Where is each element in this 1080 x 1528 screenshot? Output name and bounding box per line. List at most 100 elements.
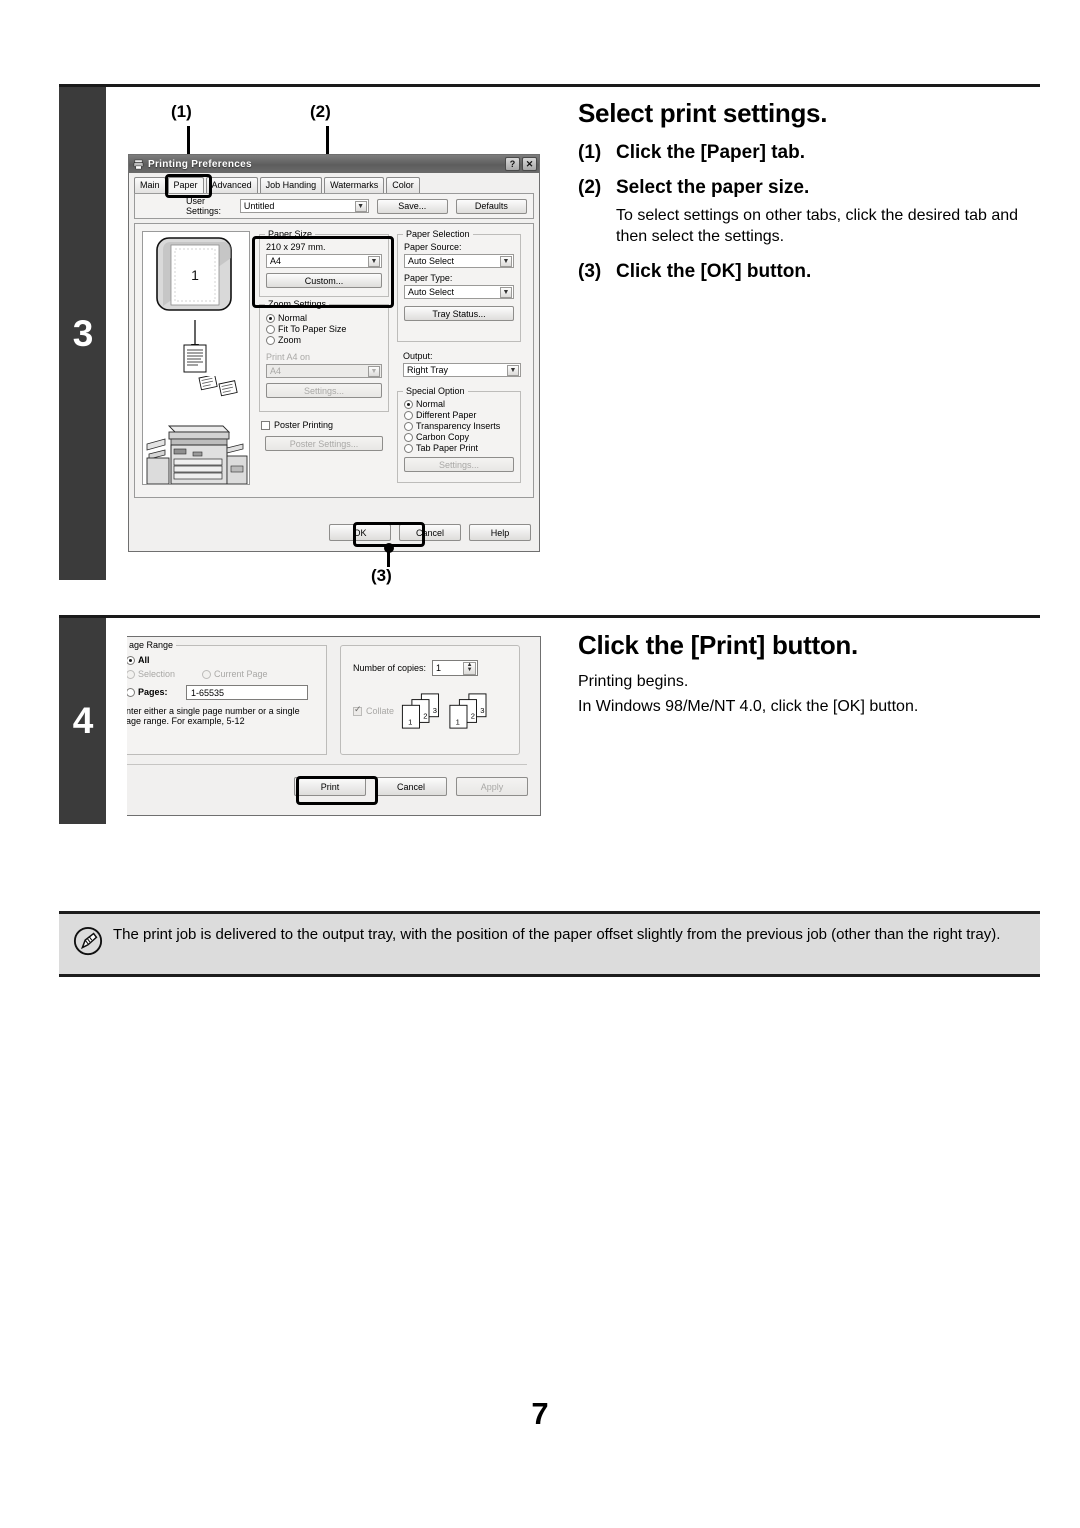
radio-icon (404, 410, 413, 420)
pages-input[interactable]: 1-65535 (186, 685, 308, 700)
zoom-option-zoom[interactable]: Zoom (266, 335, 388, 345)
radio-icon (266, 335, 275, 345)
radio-icon (266, 324, 275, 334)
zoom-option-normal[interactable]: Normal (266, 313, 388, 323)
callout-2-label: (2) (310, 102, 331, 121)
callout-1-label: (1) (171, 102, 192, 121)
print-dialog[interactable]: age Range All Selection Current Page Pag… (127, 636, 541, 816)
apply-button: Apply (456, 777, 528, 796)
chevron-down-icon[interactable]: ▼ (500, 287, 512, 298)
step4-body-line1: Printing begins. (578, 673, 689, 690)
special-option-tab-paper-label: Tab Paper Print (416, 443, 479, 453)
paper-source-combo[interactable]: Auto Select ▼ (404, 254, 514, 268)
step3-heading: Select print settings. (578, 98, 828, 128)
paper-size-combo[interactable]: A4 ▼ (266, 254, 382, 268)
defaults-button[interactable]: Defaults (455, 198, 528, 214)
radio-icon (404, 399, 413, 409)
output-value: Right Tray (407, 365, 449, 375)
zoom-option-zoom-label: Zoom (278, 335, 302, 345)
step3-item-3-number: (3) (578, 260, 602, 282)
page-range-selection-label: Selection (138, 669, 176, 679)
print-preview-pane: 1 (142, 231, 250, 485)
step3-number: 3 (72, 312, 94, 354)
paper-type-value: Auto Select (408, 287, 455, 297)
special-option-carbon-copy[interactable]: Carbon Copy (404, 432, 520, 442)
preview-output-pages-icon (198, 374, 238, 397)
preview-document-icon (183, 320, 207, 373)
print-dialog-separator (127, 764, 527, 765)
paper-size-group: Paper Size 210 x 297 mm. A4 ▼ Custom... (259, 229, 389, 297)
poster-printing-checkbox[interactable]: Poster Printing (261, 420, 389, 430)
special-option-transparency-label: Transparency Inserts (416, 421, 501, 431)
help-button[interactable]: Help (469, 524, 531, 541)
callout-3-dot (383, 543, 394, 553)
checkbox-icon (261, 420, 270, 430)
output-combo[interactable]: Right Tray ▼ (403, 363, 521, 377)
page-range-pages[interactable]: Pages: (127, 687, 186, 697)
paper-tab-panel: 1 Paper Size 210 x 297 mm. A4 ▼ Custom..… (134, 223, 534, 498)
collate-stack-icon: 3 2 1 3 2 1 (401, 693, 487, 729)
page-range-legend: age Range (127, 640, 177, 650)
tab-job-handing[interactable]: Job Handing (259, 177, 323, 193)
radio-icon (266, 313, 275, 323)
dialog-titlebar[interactable]: Printing Preferences ? ✕ (129, 155, 539, 173)
note-text: The print job is delivered to the output… (113, 926, 1001, 943)
zoom-settings-button: Settings... (266, 383, 382, 398)
paper-selection-group: Paper Selection Paper Source: Auto Selec… (397, 229, 521, 342)
page-number: 7 (531, 1396, 549, 1431)
radio-icon (127, 669, 135, 679)
tab-color[interactable]: Color (386, 177, 420, 193)
special-option-settings-button: Settings... (404, 457, 514, 472)
printing-preferences-dialog[interactable]: Printing Preferences ? ✕ Main Paper Adva… (128, 154, 540, 552)
user-settings-label: User Settings: (186, 196, 222, 216)
special-option-normal[interactable]: Normal (404, 399, 520, 409)
cancel-button[interactable]: Cancel (399, 524, 461, 541)
special-option-carbon-copy-label: Carbon Copy (416, 432, 470, 442)
tab-advanced[interactable]: Advanced (205, 177, 258, 193)
page-range-all-label: All (138, 655, 150, 665)
help-titlebar-button[interactable]: ? (505, 157, 520, 171)
step3-item-1: (1) Click the [Paper] tab. (578, 142, 1040, 164)
print-on-value: A4 (270, 366, 282, 376)
zoom-option-fit-label: Fit To Paper Size (278, 324, 347, 334)
chevron-down-icon[interactable]: ▼ (368, 256, 380, 267)
spinner-up-down-icon[interactable]: ▲ ▼ (463, 662, 477, 675)
tab-watermarks[interactable]: Watermarks (324, 177, 385, 193)
step3-item-2-text: Select the paper size. (616, 177, 810, 198)
print-button[interactable]: Print (294, 777, 366, 796)
paper-source-value: Auto Select (408, 256, 455, 266)
custom-paper-size-button[interactable]: Custom... (266, 273, 382, 288)
paper-type-combo[interactable]: Auto Select ▼ (404, 285, 514, 299)
page-range-all[interactable]: All (127, 655, 326, 665)
chevron-down-icon[interactable]: ▼ (354, 201, 367, 212)
special-option-tab-paper-print[interactable]: Tab Paper Print (404, 443, 520, 453)
close-icon[interactable]: ✕ (522, 157, 537, 171)
user-settings-combo[interactable]: Untitled ▼ (239, 199, 369, 213)
chevron-down-icon[interactable]: ▼ (500, 256, 512, 267)
special-option-legend: Special Option (403, 386, 468, 396)
ok-button[interactable]: OK (329, 524, 391, 541)
user-settings-panel: User Settings: Untitled ▼ Save... Defaul… (134, 193, 534, 219)
tab-strip[interactable]: Main Paper Advanced Job Handing Watermar… (129, 176, 539, 193)
special-option-normal-label: Normal (416, 399, 446, 409)
page-range-hint-line1: nter either a single page number or a si… (127, 706, 300, 716)
tab-paper[interactable]: Paper (167, 177, 204, 193)
callout-3-label: (3) (371, 566, 392, 585)
tab-main[interactable]: Main (134, 177, 166, 193)
preview-printer-illustration (146, 425, 248, 484)
chevron-down-icon[interactable]: ▼ (507, 365, 519, 376)
copies-spinner[interactable]: 1 ▲ ▼ (432, 660, 479, 676)
step3-number-bar: 3 (59, 87, 106, 580)
save-button[interactable]: Save... (376, 198, 448, 214)
special-option-different-paper[interactable]: Different Paper (404, 410, 520, 420)
tray-status-button[interactable]: Tray Status... (404, 306, 514, 321)
zoom-option-fit-to-paper-size[interactable]: Fit To Paper Size (266, 324, 388, 334)
special-option-transparency-inserts[interactable]: Transparency Inserts (404, 421, 520, 431)
svg-text:1: 1 (456, 717, 460, 726)
chevron-down-icon: ▼ (368, 366, 380, 377)
pencil-note-icon (73, 926, 103, 956)
step3-item-2-number: (2) (578, 177, 602, 198)
print-cancel-button[interactable]: Cancel (375, 777, 447, 796)
paper-type-label: Paper Type: (404, 273, 453, 283)
special-option-different-paper-label: Different Paper (416, 410, 477, 420)
